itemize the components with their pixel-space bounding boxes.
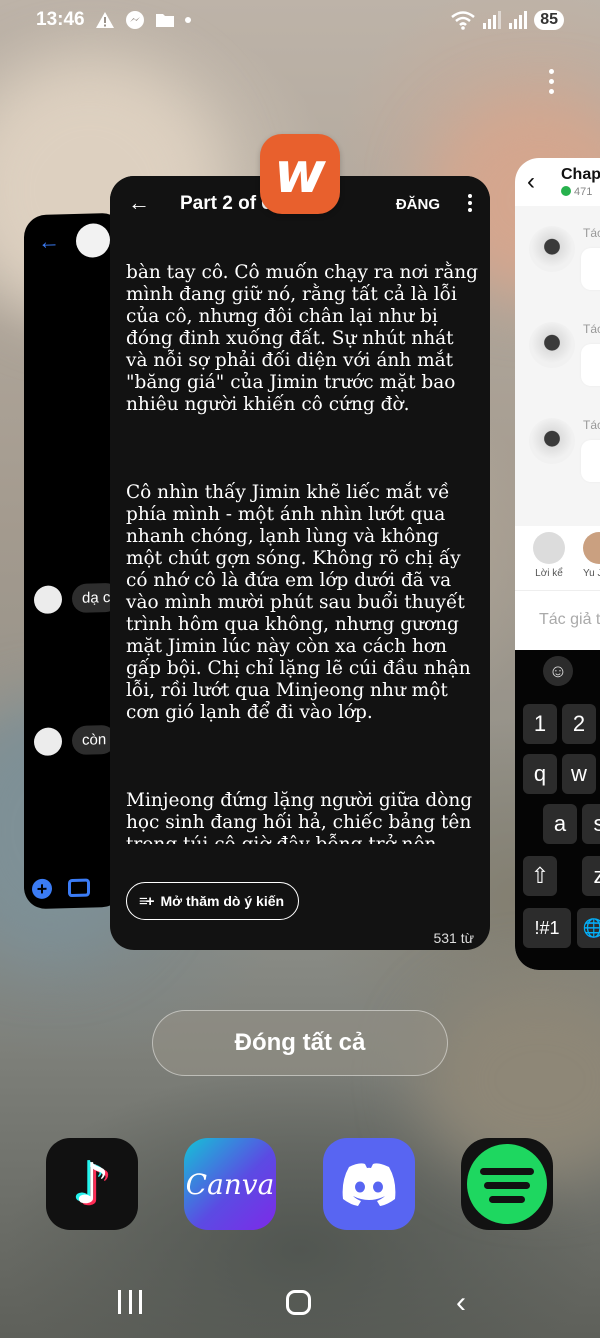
message-input[interactable]: Tác giả t: [515, 590, 600, 650]
status-bar: 13:46 85: [0, 0, 600, 40]
poll-icon: ≡+: [139, 892, 154, 910]
story-text: bàn tay cô. Cô muốn chạy ra nơi rằng mìn…: [126, 224, 478, 844]
globe-key[interactable]: 🌐: [577, 908, 600, 948]
tiktok-app-icon[interactable]: ♪: [46, 1138, 138, 1230]
back-arrow-icon: ←: [38, 228, 60, 254]
message-bubble: [581, 440, 600, 482]
warning-icon: [95, 12, 114, 28]
dot-icon: [184, 17, 191, 23]
part-title: Part 2 of 6: [180, 193, 272, 214]
discord-app-icon[interactable]: [323, 1138, 415, 1230]
recent-app-card-chat[interactable]: ‹ Chap 471 Tác Tác Tác Lời kể Yu J Tác g…: [515, 158, 600, 970]
chat-message: Tác: [529, 322, 600, 386]
narrator-button[interactable]: Lời kể: [533, 532, 565, 579]
composer-icons: +: [32, 878, 90, 900]
messenger-icon: [125, 11, 144, 29]
chat-message: Tác: [529, 226, 600, 290]
story-paragraph: Minjeong đứng lặng người giữa dòng học s…: [126, 790, 473, 844]
emoji-icon[interactable]: ☺: [543, 656, 573, 686]
key[interactable]: w: [562, 754, 596, 794]
folder-icon: [155, 14, 174, 27]
navigation-bar: ‹: [0, 1270, 600, 1338]
recents-icon[interactable]: [118, 1290, 142, 1314]
message-row: còn: [34, 724, 117, 756]
chat-subtitle: 471: [561, 186, 592, 198]
battery-icon: 85: [534, 10, 564, 30]
symbols-key[interactable]: !#1: [523, 908, 571, 948]
check-icon: [561, 186, 571, 196]
avatar: [529, 226, 575, 272]
story-paragraph: Cô nhìn thấy Jimin khẽ liếc mắt về phía …: [126, 482, 477, 723]
avatar: [529, 418, 575, 464]
clock: 13:46: [36, 9, 85, 30]
more-vert-icon[interactable]: [468, 194, 472, 212]
key[interactable]: 1: [523, 704, 557, 744]
story-paragraph: bàn tay cô. Cô muốn chạy ra nơi rằng mìn…: [126, 262, 484, 415]
spotify-app-icon[interactable]: [461, 1138, 553, 1230]
character-button[interactable]: Yu J: [583, 532, 600, 579]
message-row: dạ c: [34, 582, 121, 614]
avatar: [583, 532, 600, 564]
key[interactable]: a: [543, 804, 577, 844]
avatar: [34, 726, 62, 756]
character-picker: Lời kể Yu J: [515, 526, 600, 590]
back-icon[interactable]: ‹: [456, 1286, 466, 1320]
spotify-logo-icon: [467, 1144, 547, 1224]
wattpad-logo-icon[interactable]: w: [260, 134, 340, 214]
recent-app-card-messenger[interactable]: ← dạ c còn +: [24, 212, 124, 910]
chat-area: Tác Tác Tác: [515, 206, 600, 526]
avatar: [529, 322, 575, 368]
sender-label: Tác: [583, 226, 600, 240]
recent-app-card-wattpad[interactable]: bàn tay cô. Cô muốn chạy ra nơi rằng mìn…: [110, 176, 490, 950]
plus-icon: +: [32, 878, 52, 900]
canva-app-icon[interactable]: Canva: [184, 1138, 276, 1230]
shift-key[interactable]: ⇧: [523, 856, 557, 896]
message-bubble: [581, 248, 600, 290]
chat-message: Tác: [529, 418, 600, 482]
signal-icon-2: [509, 11, 528, 29]
more-options-icon[interactable]: [536, 66, 566, 96]
key[interactable]: 2: [562, 704, 596, 744]
publish-button[interactable]: ĐĂNG: [396, 196, 440, 213]
narrator-icon: [533, 532, 565, 564]
camera-icon: [68, 878, 90, 898]
back-arrow-icon[interactable]: ←: [128, 190, 150, 216]
sender-label: Tác: [583, 418, 600, 432]
avatar: [34, 584, 62, 614]
key[interactable]: z: [582, 856, 600, 896]
keyboard: ☺ 1 2 q w a s ⇧ z !#1 🌐: [515, 650, 600, 970]
wifi-icon: [451, 11, 475, 30]
open-poll-button[interactable]: ≡+ Mở thăm dò ý kiến: [126, 882, 300, 920]
key[interactable]: s: [582, 804, 600, 844]
story-content: bàn tay cô. Cô muốn chạy ra nơi rằng mìn…: [110, 224, 490, 844]
signal-icon: [483, 11, 502, 29]
chat-title: Chap: [561, 166, 600, 183]
back-chevron-icon: ‹: [527, 168, 535, 195]
avatar: [76, 223, 110, 258]
message-bubble: [581, 344, 600, 386]
key[interactable]: q: [523, 754, 557, 794]
close-all-button[interactable]: Đóng tất cả: [152, 1010, 448, 1076]
discord-logo-icon: [342, 1163, 396, 1206]
home-icon[interactable]: [286, 1290, 311, 1315]
word-count: 531 từ: [433, 930, 474, 946]
sender-label: Tác: [583, 322, 600, 336]
